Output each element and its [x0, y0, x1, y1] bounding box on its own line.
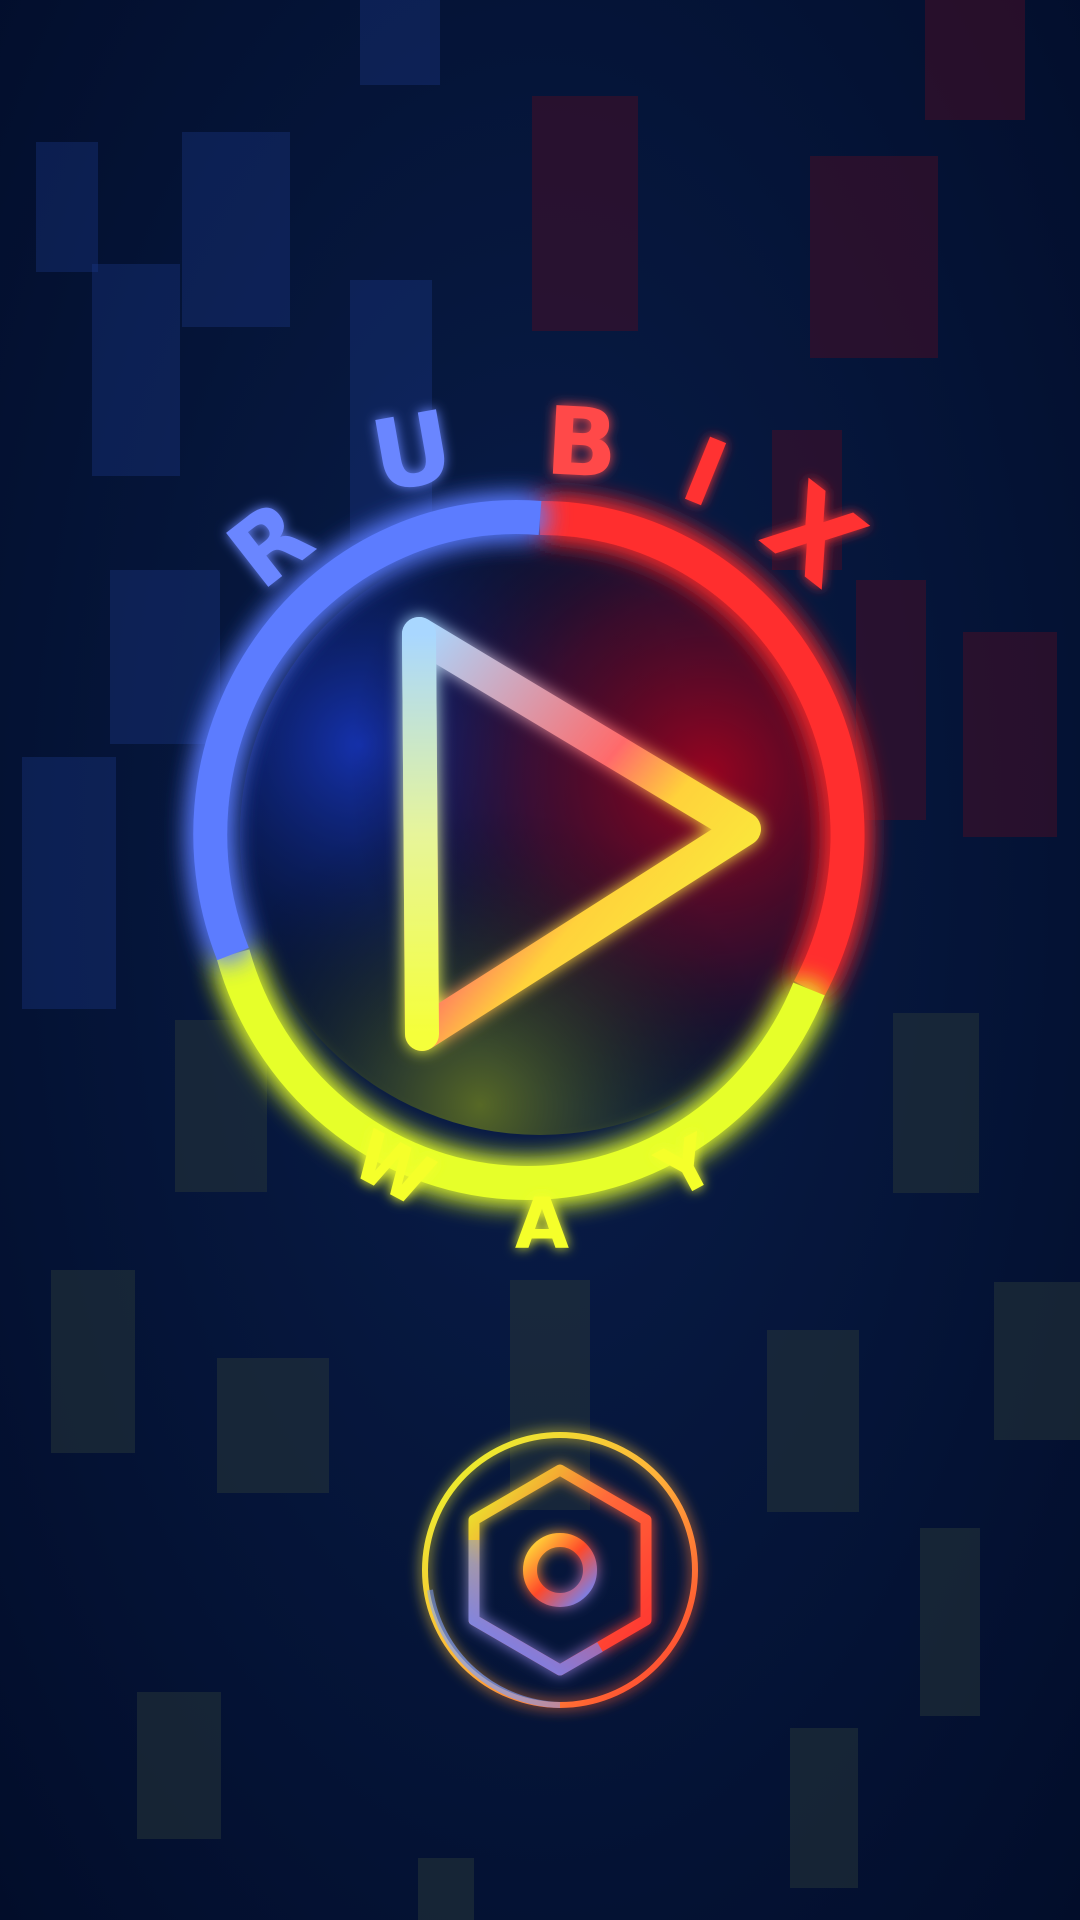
background-block — [925, 0, 1025, 120]
background-block — [22, 757, 116, 1009]
background-block — [51, 1270, 135, 1453]
logo-letter-a: A — [515, 1183, 569, 1265]
background-block — [36, 142, 98, 272]
logo-letter-x: X — [741, 459, 887, 612]
background-block — [920, 1528, 980, 1716]
settings-ring-blue-arc — [427, 1589, 561, 1708]
background-block — [767, 1330, 859, 1512]
settings-button[interactable] — [400, 1410, 720, 1730]
background-block — [532, 96, 638, 331]
background-block — [994, 1282, 1080, 1440]
hexagon-settings-icon — [468, 1464, 652, 1676]
background-block — [182, 132, 290, 327]
background-block — [360, 0, 440, 85]
background-block — [810, 156, 938, 358]
background-block — [963, 632, 1057, 837]
game-screen: R U B I X W A Y — [0, 0, 1080, 1920]
background-block — [893, 1013, 979, 1193]
play-logo-graphic: R U B I X W A Y — [193, 387, 886, 1265]
play-button[interactable]: R U B I X W A Y — [193, 387, 886, 1265]
background-block — [217, 1358, 329, 1493]
background-block — [790, 1728, 858, 1888]
settings-graphic — [422, 1432, 698, 1708]
background-block — [92, 264, 180, 476]
logo-letter-b: B — [543, 387, 620, 500]
background-block — [418, 1858, 474, 1920]
background-block — [137, 1692, 221, 1839]
